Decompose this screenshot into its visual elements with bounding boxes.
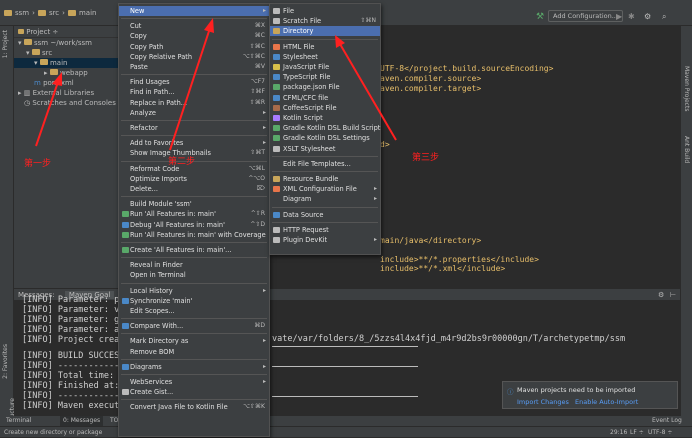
annotation-step1: 第一步 <box>24 159 52 169</box>
annotation-step2: 第二步 <box>168 157 196 167</box>
annotation-overlay <box>35 18 397 151</box>
arrow-step3 <box>335 35 397 141</box>
annotation-step3: 第三步 <box>412 153 440 163</box>
arrow-step1 <box>35 72 62 147</box>
arrow-step2 <box>169 18 214 151</box>
